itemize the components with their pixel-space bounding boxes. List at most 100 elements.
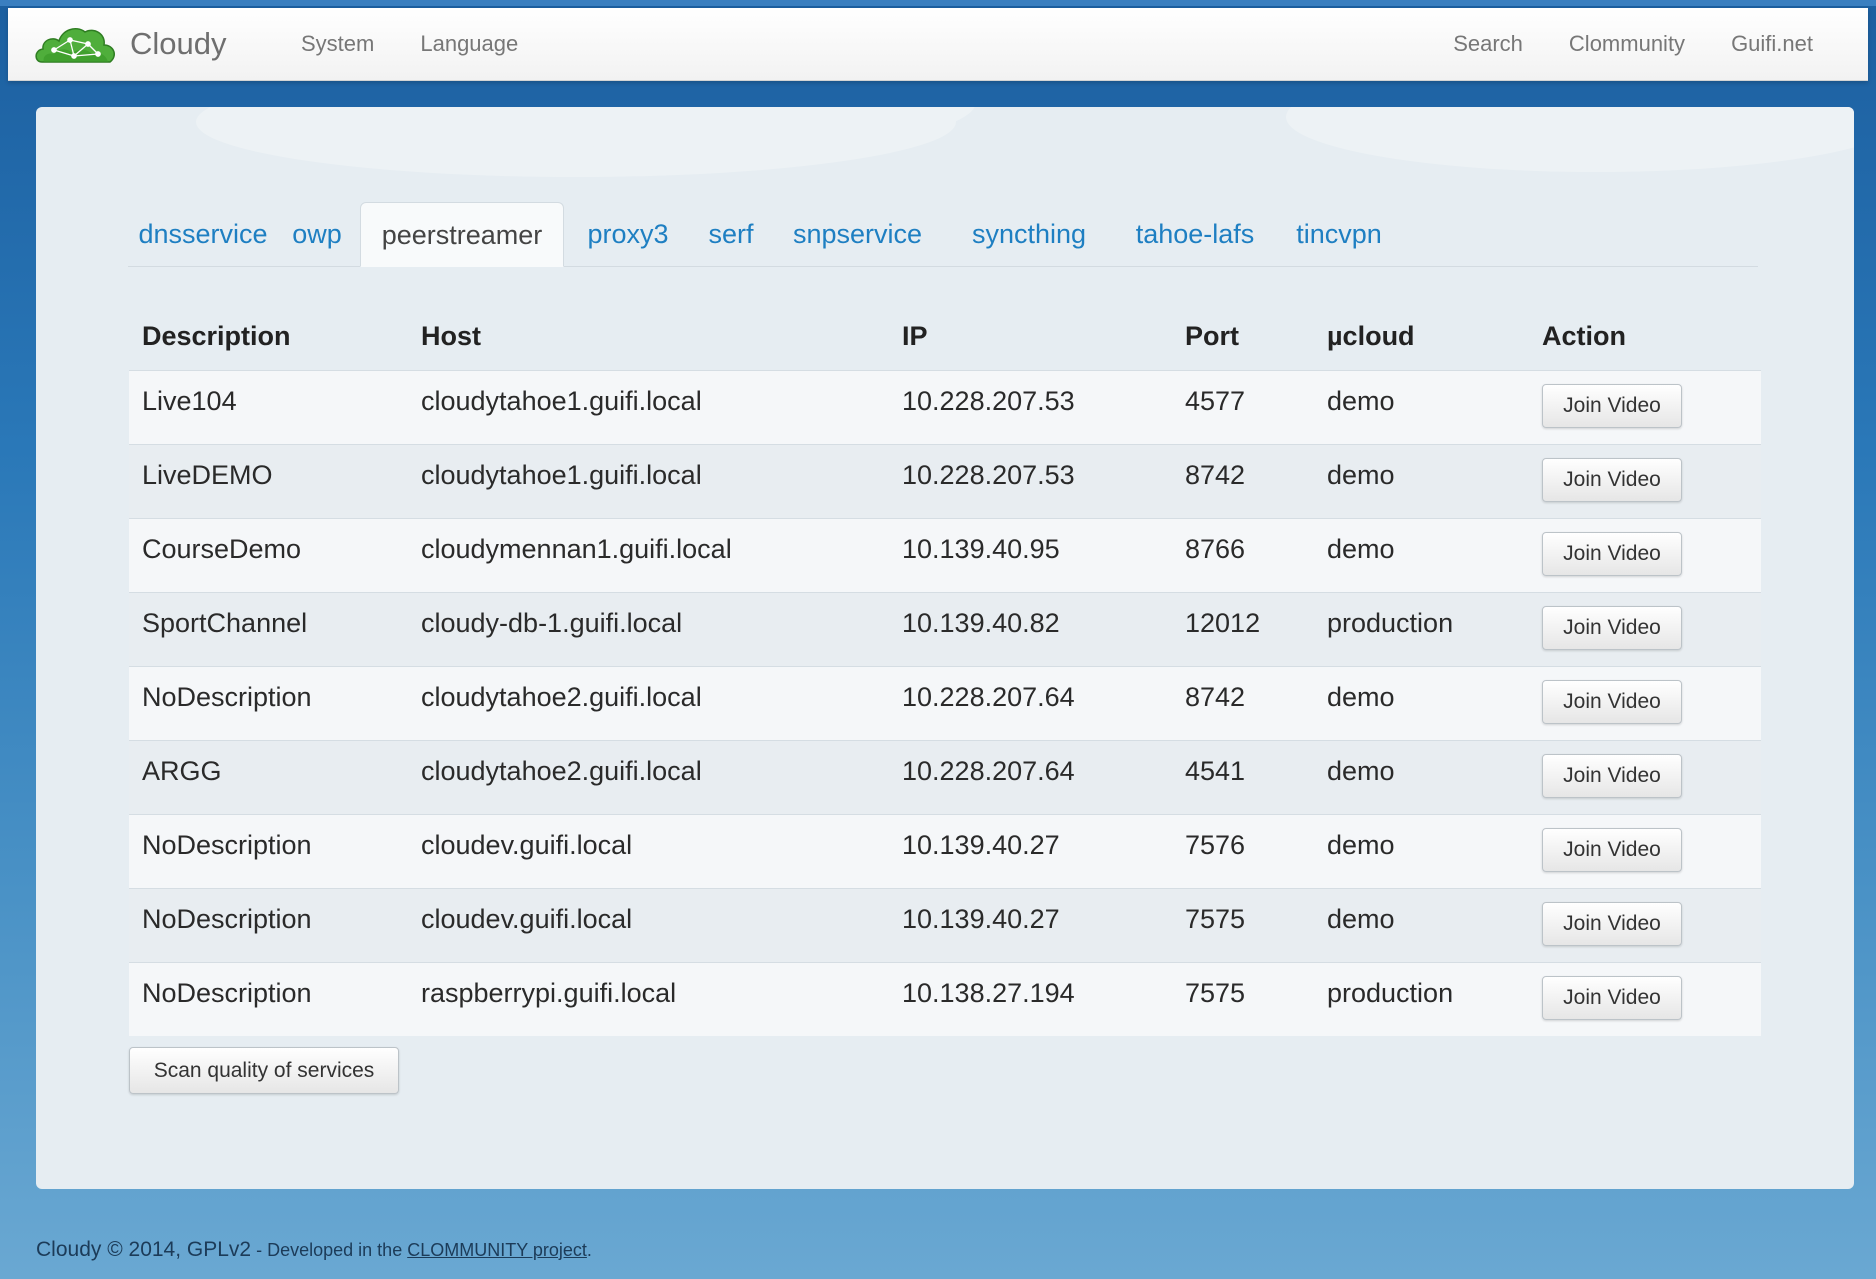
- cell-ip: 10.139.40.27: [902, 904, 1060, 934]
- footer: Cloudy © 2014, GPLv2 - Developed in the …: [36, 1238, 592, 1262]
- cell-ip: 10.228.207.64: [902, 756, 1075, 786]
- cell-host: cloudytahoe1.guifi.local: [421, 386, 702, 416]
- cell-ip: 10.138.27.194: [902, 978, 1075, 1008]
- table-row: CourseDemo cloudymennan1.guifi.local 10.…: [129, 518, 1761, 592]
- cell-ucloud: demo: [1327, 460, 1395, 490]
- tab-tincvpn[interactable]: tincvpn: [1277, 202, 1401, 266]
- cell-port: 7576: [1185, 830, 1246, 860]
- nav-search[interactable]: Search: [1430, 31, 1546, 57]
- table-row: NoDescription cloudytahoe2.guifi.local 1…: [129, 666, 1761, 740]
- brand[interactable]: Cloudy: [34, 18, 227, 70]
- header-ip: IP: [902, 321, 928, 351]
- cell-port: 4577: [1185, 386, 1246, 416]
- nav-right: Search Clommunity Guifi.net: [1430, 8, 1836, 80]
- table-row: SportChannel cloudy-db-1.guifi.local 10.…: [129, 592, 1761, 666]
- cell-ip: 10.139.40.27: [902, 830, 1060, 860]
- join-video-button[interactable]: Join Video: [1542, 754, 1682, 798]
- table-row: LiveDEMO cloudytahoe1.guifi.local 10.228…: [129, 444, 1761, 518]
- brand-name: Cloudy: [130, 26, 227, 61]
- cell-description: NoDescription: [142, 830, 312, 860]
- header-host: Host: [421, 321, 481, 351]
- nav-language[interactable]: Language: [397, 31, 541, 57]
- tab-tahoe-lafs[interactable]: tahoe-lafs: [1113, 202, 1277, 266]
- nav-clommunity[interactable]: Clommunity: [1546, 31, 1708, 57]
- cell-port: 12012: [1185, 608, 1261, 638]
- table-row: NoDescription raspberrypi.guifi.local 10…: [129, 962, 1761, 1036]
- clommunity-project-link[interactable]: CLOMMUNITY project: [407, 1240, 587, 1260]
- tab-peerstreamer[interactable]: peerstreamer: [360, 202, 564, 267]
- window-frame: [0, 0, 1876, 6]
- nav-left: System Language: [278, 8, 541, 80]
- cell-ucloud: production: [1327, 608, 1454, 638]
- join-video-button[interactable]: Join Video: [1542, 384, 1682, 428]
- cell-ucloud: demo: [1327, 904, 1395, 934]
- table-row: NoDescription cloudev.guifi.local 10.139…: [129, 888, 1761, 962]
- footer-copyright: Cloudy © 2014, GPLv2: [36, 1238, 252, 1261]
- join-video-button[interactable]: Join Video: [1542, 680, 1682, 724]
- join-video-button[interactable]: Join Video: [1542, 828, 1682, 872]
- cell-ucloud: demo: [1327, 830, 1395, 860]
- scan-quality-button[interactable]: Scan quality of services: [129, 1047, 399, 1094]
- tab-dnsservice[interactable]: dnsservice: [128, 202, 278, 266]
- cell-description: CourseDemo: [142, 534, 302, 564]
- table-row: NoDescription cloudev.guifi.local 10.139…: [129, 814, 1761, 888]
- cell-ip: 10.228.207.64: [902, 682, 1075, 712]
- nav-system[interactable]: System: [278, 31, 397, 57]
- join-video-button[interactable]: Join Video: [1542, 532, 1682, 576]
- tab-snpservice[interactable]: snpservice: [770, 202, 945, 266]
- cell-host: raspberrypi.guifi.local: [421, 978, 677, 1008]
- cell-description: NoDescription: [142, 904, 312, 934]
- service-tabs: dnsservice owp peerstreamer proxy3 serf …: [128, 202, 1758, 267]
- cell-host: cloudytahoe1.guifi.local: [421, 460, 702, 490]
- table-header: Description Host IP Port µcloud Action: [129, 287, 1761, 370]
- cell-port: 4541: [1185, 756, 1246, 786]
- cell-ucloud: demo: [1327, 682, 1395, 712]
- tab-owp[interactable]: owp: [278, 202, 356, 266]
- cell-ip: 10.139.40.95: [902, 534, 1060, 564]
- header-ucloud: µcloud: [1327, 321, 1415, 351]
- cell-port: 7575: [1185, 978, 1246, 1008]
- join-video-button[interactable]: Join Video: [1542, 902, 1682, 946]
- cell-description: SportChannel: [142, 608, 308, 638]
- cell-description: ARGG: [142, 756, 222, 786]
- tab-serf[interactable]: serf: [692, 202, 770, 266]
- services-table: Description Host IP Port µcloud Action L…: [129, 287, 1761, 1036]
- tab-proxy3[interactable]: proxy3: [564, 202, 692, 266]
- cell-ip: 10.139.40.82: [902, 608, 1060, 638]
- footer-developed: - Developed in the: [251, 1240, 408, 1260]
- header-description: Description: [142, 321, 291, 351]
- cell-ucloud: demo: [1327, 386, 1395, 416]
- cell-ip: 10.228.207.53: [902, 386, 1075, 416]
- tab-syncthing[interactable]: syncthing: [945, 202, 1113, 266]
- cell-port: 8766: [1185, 534, 1246, 564]
- cloud-network-logo-icon: [35, 28, 115, 63]
- cell-description: LiveDEMO: [142, 460, 273, 490]
- cell-host: cloudymennan1.guifi.local: [421, 534, 732, 564]
- nav-guifi[interactable]: Guifi.net: [1708, 31, 1836, 57]
- cell-description: NoDescription: [142, 978, 312, 1008]
- table-row: ARGG cloudytahoe2.guifi.local 10.228.207…: [129, 740, 1761, 814]
- cloud-decoration: [1286, 107, 1854, 172]
- cell-ucloud: demo: [1327, 756, 1395, 786]
- cell-port: 8742: [1185, 460, 1246, 490]
- join-video-button[interactable]: Join Video: [1542, 606, 1682, 650]
- cell-port: 7575: [1185, 904, 1246, 934]
- cell-port: 8742: [1185, 682, 1246, 712]
- footer-period: .: [586, 1240, 592, 1260]
- join-video-button[interactable]: Join Video: [1542, 976, 1682, 1020]
- cell-host: cloudev.guifi.local: [421, 830, 633, 860]
- cell-ucloud: demo: [1327, 534, 1395, 564]
- cell-host: cloudytahoe2.guifi.local: [421, 682, 702, 712]
- table-row: Live104 cloudytahoe1.guifi.local 10.228.…: [129, 370, 1761, 444]
- join-video-button[interactable]: Join Video: [1542, 458, 1682, 502]
- top-navbar: Cloudy System Language Search Clommunity…: [8, 8, 1868, 81]
- cell-ip: 10.228.207.53: [902, 460, 1075, 490]
- main-panel: dnsservice owp peerstreamer proxy3 serf …: [36, 107, 1854, 1189]
- cell-description: Live104: [142, 386, 237, 416]
- header-action: Action: [1542, 321, 1626, 351]
- cell-ucloud: production: [1327, 978, 1454, 1008]
- cell-host: cloudytahoe2.guifi.local: [421, 756, 702, 786]
- cell-description: NoDescription: [142, 682, 312, 712]
- header-port: Port: [1185, 321, 1239, 351]
- cell-host: cloudev.guifi.local: [421, 904, 633, 934]
